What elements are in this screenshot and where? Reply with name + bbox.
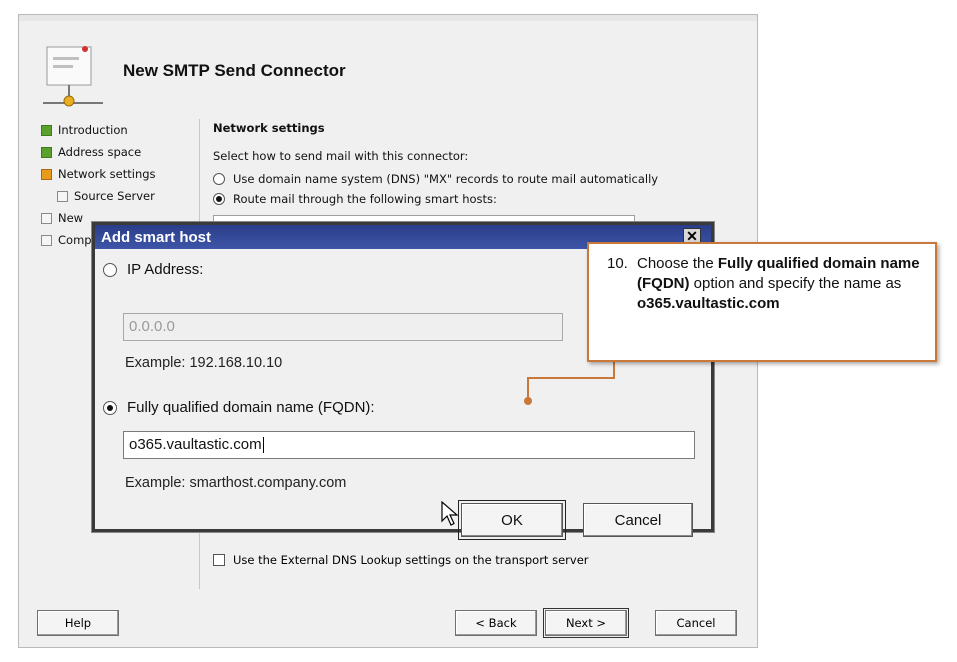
next-button[interactable]: Next > [543,608,629,638]
option-label: Use domain name system (DNS) "MX" record… [233,172,659,186]
checkbox-icon[interactable] [213,554,225,566]
step-label: Introduction [58,123,128,137]
step-network-settings: Network settings [41,163,201,185]
section-description: Select how to send mail with this connec… [213,149,469,163]
step-label: Comp [58,233,92,247]
step-number: 10. [607,255,628,272]
back-button[interactable]: < Back [455,610,537,636]
callout-bold-part: o365.vaultastic.com [637,295,780,312]
step-pending-icon [41,212,52,224]
text-caret [262,437,264,454]
wizard-cancel-button[interactable]: Cancel [655,610,737,636]
step-label: Address space [58,145,142,159]
radio-icon[interactable] [213,173,225,185]
help-button[interactable]: Help [37,610,119,636]
radio-selected-icon[interactable] [213,193,225,205]
section-title: Network settings [213,121,325,135]
step-done-icon [41,146,52,158]
top-strip [19,15,757,21]
step-pending-icon [41,234,52,246]
instruction-callout: 10. Choose the Fully qualified domain na… [587,242,937,362]
ok-button[interactable]: OK [458,500,566,540]
step-current-icon [41,168,52,180]
step-done-icon [41,124,52,136]
callout-text: Choose the Fully qualified domain name (… [637,254,925,314]
mouse-cursor-icon [441,501,459,526]
step-label: New [58,211,84,225]
wizard-title: New SMTP Send Connector [123,61,346,80]
step-label: Source Server [74,189,155,203]
step-source-server: Source Server [41,185,201,207]
smtp-connector-icon [43,46,103,107]
option-label: IP Address: [127,261,204,278]
fqdn-example: Example: smarthost.company.com [125,475,347,491]
callout-text-part: option and specify the name as [689,275,902,292]
dialog-title: Add smart host [101,228,212,246]
fqdn-field[interactable]: o365.vaultastic.com [123,431,695,459]
network-settings-panel: Network settings Select how to send mail… [213,119,733,209]
external-dns-lookup-checkbox[interactable]: Use the External DNS Lookup settings on … [213,553,589,567]
option-label: Route mail through the following smart h… [233,192,497,206]
ip-address-option[interactable]: IP Address: [103,261,203,278]
checkbox-label: Use the External DNS Lookup settings on … [233,553,589,567]
fqdn-option[interactable]: Fully qualified domain name (FQDN): [103,399,375,416]
step-pending-icon [57,190,68,202]
radio-selected-icon[interactable] [103,400,117,415]
option-label: Fully qualified domain name (FQDN): [127,399,375,416]
step-address-space: Address space [41,141,201,163]
radio-icon[interactable] [103,262,117,277]
smart-host-option[interactable]: Route mail through the following smart h… [213,189,733,209]
ip-address-field: 0.0.0.0 [123,313,563,341]
callout-text-part: Choose the [637,255,718,272]
dialog-cancel-button[interactable]: Cancel [583,503,693,537]
dns-mx-option[interactable]: Use domain name system (DNS) "MX" record… [213,169,733,189]
step-label: Network settings [58,167,156,181]
step-introduction: Introduction [41,119,201,141]
ip-example: Example: 192.168.10.10 [125,355,283,371]
fqdn-value: o365.vaultastic.com [129,436,262,453]
